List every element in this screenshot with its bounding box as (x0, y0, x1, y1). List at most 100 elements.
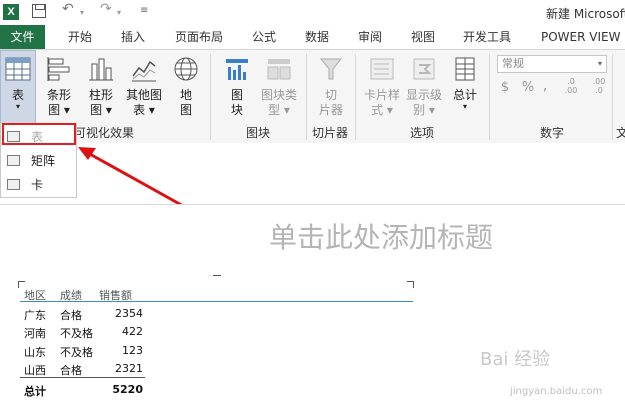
watermark-logo: Bai 经验 (480, 349, 551, 370)
display-level-label-2: 别 ▾ (413, 103, 435, 117)
table-icon (5, 57, 31, 81)
group-separator (612, 54, 613, 140)
other-chart-button[interactable]: 其他图 表 ▾ (124, 56, 164, 118)
customize-qat-icon[interactable]: ≡ (140, 5, 148, 21)
table-cell: 不及格 (60, 327, 93, 340)
table-cell: 河南 (24, 327, 46, 340)
tile-type-button[interactable]: 图块类 型 ▾ (257, 56, 301, 118)
table-cell: 合格 (60, 364, 82, 377)
title-placeholder[interactable]: 单击此处添加标题 (269, 216, 493, 256)
column-chart-label-2: 图 ▾ (90, 103, 112, 117)
card-icon (7, 179, 20, 190)
group-separator (306, 54, 307, 140)
tab-file[interactable]: 文件 (0, 25, 45, 49)
tiles-label-2: 块 (230, 103, 243, 117)
group-label-number: 数字 (540, 126, 565, 140)
tab-developer[interactable]: 开发工具 (463, 25, 511, 49)
table-cell: 123 (122, 344, 143, 357)
bar-chart-icon (47, 57, 70, 81)
window-title: 新建 Microsoft (546, 7, 625, 21)
bar-chart-button[interactable]: 条形 图 ▾ (42, 56, 76, 118)
tiles-label-1: 图 (230, 88, 243, 102)
menu-item-matrix[interactable]: 矩阵 (1, 150, 76, 172)
card-style-icon (370, 58, 394, 80)
table-cell: 合格 (60, 309, 82, 322)
display-level-icon (413, 58, 435, 80)
number-format-dropdown[interactable]: 常规 ▾ (497, 55, 607, 73)
column-chart-icon (89, 58, 113, 81)
group-separator (489, 54, 490, 140)
line-chart-icon (132, 60, 156, 82)
menu-item-matrix-label: 矩阵 (31, 154, 56, 168)
total-rule (20, 377, 145, 378)
ribbon: 表 ▾ 条形 图 ▾ 柱形 图 ▾ 其他图 表 ▾ 地 图 换可视化效果 图 块… (0, 49, 625, 145)
total-label: 总计 (24, 385, 46, 398)
frame-handle[interactable] (213, 275, 221, 276)
chevron-down-icon: ▾ (597, 59, 602, 68)
tab-formulas[interactable]: 公式 (252, 25, 276, 49)
chevron-down-icon: ▾ (15, 102, 20, 111)
display-level-label-1: 显示级 (405, 88, 442, 102)
redo-dropdown-icon[interactable]: ▾ (117, 8, 121, 24)
display-level-button[interactable]: 显示级 别 ▾ (404, 56, 444, 118)
globe-icon (174, 57, 198, 81)
slicer-icon (319, 58, 343, 80)
table-button-label: 表 (11, 88, 24, 102)
group-separator (355, 54, 356, 140)
increase-decimal-button[interactable]: .0.00 (562, 77, 580, 95)
slicer-label-2: 片器 (318, 103, 343, 117)
other-chart-label-2: 表 ▾ (133, 103, 155, 117)
percent-button[interactable]: % (521, 80, 535, 95)
card-style-label-1: 卡片样 (363, 88, 400, 102)
tab-review[interactable]: 审阅 (358, 25, 382, 49)
decrease-decimal-button[interactable]: .00.0 (590, 77, 608, 95)
card-style-button[interactable]: 卡片样 式 ▾ (359, 56, 405, 118)
bar-chart-label-1: 条形 (46, 88, 71, 102)
tab-insert[interactable]: 插入 (121, 25, 145, 49)
tiles-button[interactable]: 图 块 (220, 56, 254, 118)
slicer-label-1: 切 (324, 88, 337, 102)
menu-item-card[interactable]: 卡 (1, 174, 76, 196)
tab-data[interactable]: 数据 (305, 25, 329, 49)
map-label-1: 地 (179, 88, 192, 102)
slicer-button[interactable]: 切 片器 (313, 56, 349, 118)
comma-button[interactable]: , (540, 79, 550, 94)
table-button[interactable]: 表 ▾ (2, 56, 34, 111)
table-cell: 山东 (24, 346, 46, 359)
number-format-value: 常规 (502, 57, 524, 70)
tile-type-label-2: 型 ▾ (268, 103, 290, 117)
group-label-tiles: 图块 (246, 126, 271, 140)
matrix-icon (7, 155, 20, 166)
total-value: 5220 (112, 383, 143, 396)
group-label-text: 文 (616, 126, 625, 140)
table-cell: 2354 (115, 307, 143, 320)
redo-icon[interactable]: ↷ (100, 1, 112, 17)
tile-type-label-1: 图块类 (260, 88, 297, 102)
tab-power-view[interactable]: POWER VIEW (541, 25, 620, 49)
column-chart-button[interactable]: 柱形 图 ▾ (84, 56, 118, 118)
totals-button[interactable]: 总计 ▾ (447, 56, 483, 111)
table-cell: 不及格 (60, 346, 93, 359)
watermark-url: jingyan.baidu.com (510, 386, 603, 397)
column-chart-label-1: 柱形 (88, 88, 113, 102)
decrease-decimal-label: .00.0 (592, 77, 606, 95)
group-separator (210, 54, 211, 140)
other-chart-label-1: 其他图 (125, 88, 162, 102)
undo-icon[interactable]: ↶ (62, 1, 74, 17)
tab-page-layout[interactable]: 页面布局 (175, 25, 223, 49)
increase-decimal-label: .0.00 (564, 77, 578, 95)
undo-dropdown-icon[interactable]: ▾ (80, 8, 84, 24)
title-bar: X ↶ ▾ ↷ ▾ ≡ 新建 Microsoft (0, 0, 625, 25)
table-cell: 2321 (115, 362, 143, 375)
header-rule (20, 301, 413, 302)
map-button[interactable]: 地 图 (169, 56, 203, 118)
tab-home[interactable]: 开始 (68, 25, 92, 49)
tab-view[interactable]: 视图 (411, 25, 435, 49)
save-icon[interactable] (32, 4, 46, 18)
map-label-2: 图 (179, 103, 192, 117)
sheet-background (0, 143, 625, 204)
tile-type-icon (267, 59, 291, 80)
bar-chart-label-2: 图 ▾ (48, 103, 70, 117)
currency-icon[interactable]: $ (498, 80, 512, 95)
excel-logo-icon[interactable]: X (3, 4, 19, 20)
